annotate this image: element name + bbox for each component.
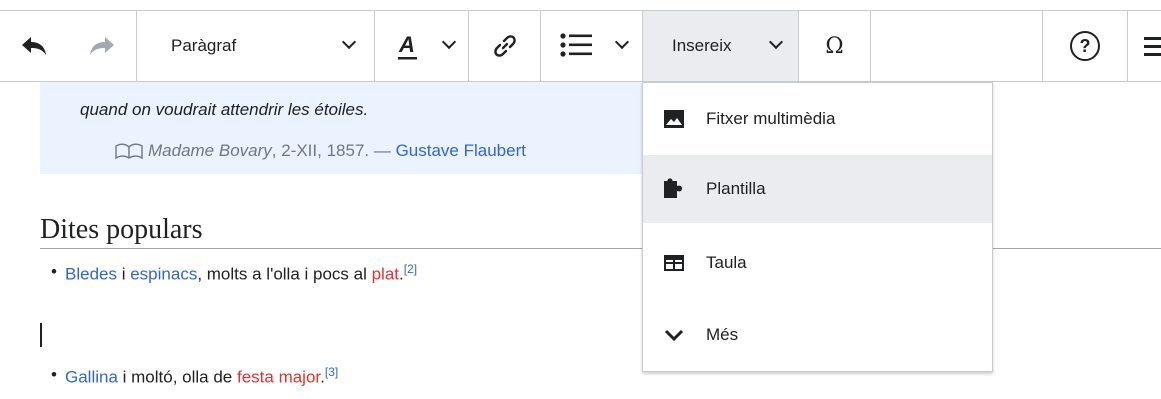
link-icon: [493, 35, 516, 57]
reference-3[interactable]: [3]: [325, 365, 338, 379]
redo-button[interactable]: [68, 11, 136, 81]
quote-text: quand on voudrait attendrir les étoiles.: [80, 100, 369, 119]
cite-author-link[interactable]: Gustave Flaubert: [396, 141, 526, 161]
insert-dropdown[interactable]: Insereix: [643, 11, 798, 81]
cite-details: , 2-XII, 1857. —: [271, 141, 396, 160]
link-espinacs[interactable]: espinacs: [130, 265, 197, 284]
insert-label: Insereix: [672, 36, 732, 55]
menu-item-label: Taula: [706, 253, 747, 272]
undo-icon: [22, 37, 46, 55]
menu-item-label: Fitxer multimèdia: [706, 109, 836, 128]
text-cursor: [40, 323, 42, 347]
reference-2[interactable]: [2]: [404, 262, 417, 276]
link-button[interactable]: [469, 11, 540, 81]
citation: Madame Bovary , 2-XII, 1857. — Gustave F…: [114, 141, 526, 161]
format-dropdown[interactable]: Paràgraf: [137, 11, 374, 81]
list-item: • Bledes i espinacs, molts a l'olla i po…: [51, 262, 418, 284]
insert-menu: Fitxer multimèdia Plantilla Taula Més: [642, 82, 993, 372]
svg-text:A: A: [398, 33, 415, 57]
editor-toolbar: Paràgraf A Insereix Ω ?: [0, 10, 1161, 82]
omega-icon: Ω: [825, 33, 844, 59]
list-dropdown[interactable]: [541, 11, 642, 81]
menu-item-label: Plantilla: [706, 179, 766, 198]
page-menu-button[interactable]: [1128, 11, 1161, 81]
redlink-plat[interactable]: plat: [372, 265, 399, 284]
format-label: Paràgraf: [171, 36, 237, 55]
menu-item-media[interactable]: Fitxer multimèdia: [643, 85, 992, 153]
image-icon: [664, 110, 684, 128]
book-icon: [115, 143, 143, 160]
hamburger-icon: [1144, 37, 1161, 56]
link-gallina[interactable]: Gallina: [65, 368, 118, 387]
special-character-button[interactable]: Ω: [799, 11, 870, 81]
chevron-down-icon: [614, 34, 630, 50]
table-icon: [664, 255, 684, 271]
cite-work: Madame Bovary: [148, 141, 272, 160]
chevron-down-icon: [664, 329, 684, 342]
list-item: • Gallina i moltó, olla de festa major.[…: [51, 365, 339, 387]
redo-icon: [90, 37, 114, 55]
redlink-festa-major[interactable]: festa major: [237, 368, 320, 387]
chevron-down-icon: [441, 34, 457, 50]
menu-item-table[interactable]: Taula: [643, 229, 992, 297]
chevron-down-icon: [768, 34, 784, 50]
help-icon: ?: [1070, 31, 1100, 61]
chevron-down-icon: [341, 34, 357, 50]
undo-button[interactable]: [0, 11, 68, 81]
text-style-icon: A: [398, 33, 417, 60]
puzzle-icon: [664, 178, 682, 198]
list-icon: [560, 33, 592, 57]
menu-item-template[interactable]: Plantilla: [643, 155, 992, 223]
text-style-dropdown[interactable]: A: [375, 11, 468, 81]
link-bledes[interactable]: Bledes: [65, 265, 117, 284]
menu-item-label: Més: [706, 325, 739, 344]
menu-item-more[interactable]: Més: [643, 301, 992, 369]
help-button[interactable]: ?: [1043, 11, 1127, 81]
